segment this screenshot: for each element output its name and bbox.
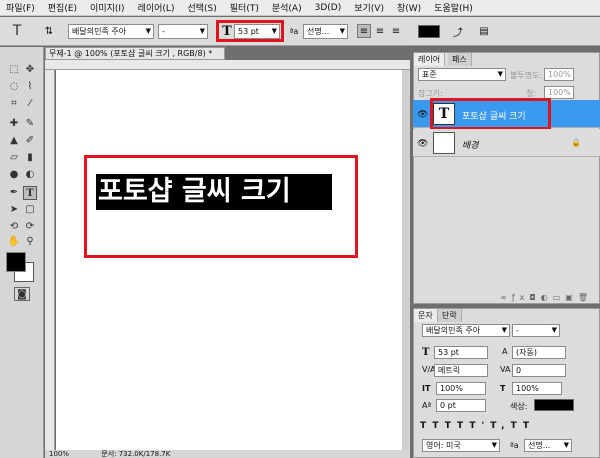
- menu-analysis[interactable]: 분석(A): [266, 1, 309, 14]
- char-font-family-select[interactable]: 배달의민족 주아 ▼: [422, 324, 510, 337]
- menu-file[interactable]: 파일(F): [0, 1, 42, 14]
- align-right-icon[interactable]: ≡: [389, 24, 403, 38]
- align-left-icon[interactable]: ≡: [357, 24, 371, 38]
- orientation-toggle-icon[interactable]: ⇅: [42, 24, 56, 38]
- tab-layers[interactable]: 레이어: [414, 53, 446, 66]
- pen-tool-icon[interactable]: ✒: [7, 186, 21, 200]
- font-style-select[interactable]: - ▼: [158, 24, 208, 39]
- lasso-tool-icon[interactable]: ◌: [7, 80, 21, 94]
- lock-icon: 🔒: [571, 138, 581, 147]
- char-tracking-field[interactable]: 0: [512, 364, 566, 377]
- foreground-color-swatch[interactable]: [6, 252, 26, 272]
- eyedropper-tool-icon[interactable]: ⁄: [23, 97, 37, 111]
- menu-filter[interactable]: 필터(T): [224, 1, 266, 14]
- zoom-level[interactable]: 100%: [49, 450, 69, 458]
- zoom-tool-icon[interactable]: ⚲: [23, 235, 37, 249]
- status-bar: 100% 문서: 732.0K/178.7K: [45, 450, 410, 458]
- tab-paragraph[interactable]: 단락: [438, 309, 462, 322]
- document-tab[interactable]: 무제-1 @ 100% (포토샵 글씨 크기 , RGB/8) *: [45, 47, 225, 60]
- menu-image[interactable]: 이미지(I): [84, 1, 132, 14]
- layers-footer-icons[interactable]: ∞ƒx◘◐▭▣🗑: [414, 293, 600, 304]
- healing-tool-icon[interactable]: ✚: [7, 117, 21, 131]
- blend-mode-select[interactable]: 표준 ▼: [418, 68, 506, 81]
- layer-name[interactable]: 배경: [462, 138, 479, 151]
- toggle-panels-icon[interactable]: ▤: [476, 23, 492, 39]
- type-tool-preset-icon[interactable]: T: [8, 23, 26, 39]
- menu-window[interactable]: 창(W): [391, 1, 428, 14]
- warp-text-icon[interactable]: ⤴: [450, 23, 466, 39]
- baseline-icon: Aª: [422, 401, 432, 410]
- canvas-text-highlight: [84, 155, 358, 258]
- blur-tool-icon[interactable]: ●: [7, 168, 21, 182]
- menu-edit[interactable]: 편집(E): [42, 1, 84, 14]
- char-baseline-field[interactable]: 0 pt: [436, 399, 486, 412]
- char-kerning-field[interactable]: 메트릭: [434, 364, 488, 377]
- layers-panel: 레이어 패스 표준 ▼ 불투명도: 100% 잠그기: 칠: 100% ∞ƒx◘◐…: [413, 52, 600, 304]
- menu-view[interactable]: 보기(V): [348, 1, 391, 14]
- layer-highlight: [430, 98, 551, 130]
- menu-bar: 파일(F) 편집(E) 이미지(I) 레이어(L) 선택(S) 필터(T) 분석…: [0, 0, 600, 16]
- char-vscale-field[interactable]: 100%: [436, 382, 486, 395]
- char-font-style-select[interactable]: - ▼: [512, 324, 560, 337]
- layer-thumb-background: [433, 132, 455, 154]
- 3d-orbit-tool-icon[interactable]: ⟳: [23, 220, 37, 234]
- char-antialias-icon: ªa: [510, 441, 519, 450]
- crop-tool-icon[interactable]: ⌗: [7, 97, 21, 111]
- text-style-buttons[interactable]: TTTTT'T,TT: [420, 421, 595, 433]
- horizontal-ruler: [45, 60, 410, 70]
- visibility-eye-icon[interactable]: 👁: [417, 110, 428, 120]
- vertical-scrollbar[interactable]: [402, 70, 410, 450]
- quick-select-tool-icon[interactable]: ⌇: [23, 80, 37, 94]
- horizontal-scale-icon: T: [500, 384, 506, 393]
- vertical-scale-icon: IT: [422, 384, 431, 393]
- char-hscale-field[interactable]: 100%: [512, 382, 562, 395]
- quick-mask-icon[interactable]: ◙: [14, 287, 30, 301]
- vertical-ruler: [45, 70, 55, 450]
- menu-3d[interactable]: 3D(D): [309, 3, 349, 13]
- history-brush-tool-icon[interactable]: ✐: [23, 134, 37, 148]
- dodge-tool-icon[interactable]: ◐: [23, 168, 37, 182]
- visibility-eye-icon[interactable]: 👁: [417, 139, 428, 149]
- eraser-tool-icon[interactable]: ▱: [7, 151, 21, 165]
- char-antialias-select[interactable]: 선명... ▼: [524, 439, 572, 452]
- opacity-label: 불투명도:: [510, 71, 543, 80]
- marquee-tool-icon[interactable]: ⬚: [7, 63, 21, 77]
- text-color-swatch[interactable]: [418, 25, 440, 38]
- font-size-highlight: [216, 20, 284, 42]
- 3d-rotate-tool-icon[interactable]: ⟲: [7, 220, 21, 234]
- tools-panel: ⬚ ✥ ◌ ⌇ ⌗ ⁄ ✚ ✎ ▲ ✐ ▱ ▮ ● ◐ ✒ T ➤ ▢ ⟲ ⟳ …: [0, 47, 44, 458]
- brush-tool-icon[interactable]: ✎: [23, 117, 37, 131]
- menu-help[interactable]: 도움말(H): [428, 1, 480, 14]
- menu-select[interactable]: 선택(S): [181, 1, 223, 14]
- hand-tool-icon[interactable]: ✋: [7, 235, 21, 249]
- color-label: 색상:: [510, 402, 528, 411]
- type-tool-icon[interactable]: T: [23, 186, 37, 200]
- tab-character[interactable]: 문자: [414, 309, 438, 322]
- gradient-tool-icon[interactable]: ▮: [23, 151, 37, 165]
- align-center-icon[interactable]: ≡: [373, 24, 387, 38]
- canvas[interactable]: 포토샵 글씨 크기: [56, 70, 402, 450]
- options-bar: T ⇅ 배달의민족 주아 ▼ - ▼ T 53 pt ▼ ªa 선명... ▼ ≡ ≡ …: [0, 17, 600, 46]
- antialias-select[interactable]: 선명... ▼: [303, 24, 348, 39]
- char-leading-field[interactable]: (자동): [512, 346, 566, 359]
- font-family-select[interactable]: 배달의민족 주아 ▼: [68, 24, 154, 39]
- shape-tool-icon[interactable]: ▢: [23, 203, 37, 217]
- char-color-swatch[interactable]: [534, 399, 574, 411]
- leading-icon: A: [502, 347, 508, 356]
- font-size-icon: T: [422, 347, 430, 358]
- char-font-size-field[interactable]: 53 pt: [434, 346, 488, 359]
- document-size: 문서: 732.0K/178.7K: [101, 450, 171, 458]
- stamp-tool-icon[interactable]: ▲: [7, 134, 21, 148]
- move-tool-icon[interactable]: ✥: [23, 63, 37, 77]
- opacity-field[interactable]: 100%: [544, 68, 574, 81]
- character-panel: 문자 단락 배달의민족 주아 ▼ - ▼ T 53 pt A (자동) V/A 메트…: [413, 308, 600, 458]
- menu-layer[interactable]: 레이어(L): [132, 1, 182, 14]
- tracking-icon: VA: [500, 365, 511, 374]
- path-select-tool-icon[interactable]: ➤: [7, 203, 21, 217]
- layer-row-background[interactable]: 👁 배경 🔒: [413, 129, 600, 157]
- tab-paths[interactable]: 패스: [448, 53, 472, 66]
- language-select[interactable]: 영어: 미국 ▼: [422, 439, 500, 452]
- antialias-icon: ªa: [289, 26, 299, 36]
